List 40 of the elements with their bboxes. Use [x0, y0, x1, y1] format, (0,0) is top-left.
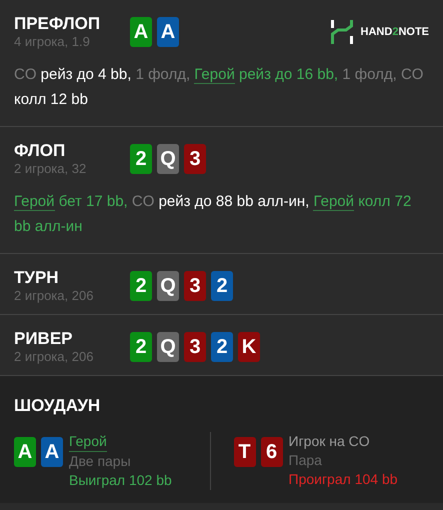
street-info: 2 игрока, 206 — [14, 288, 94, 304]
playing-card: 3 — [184, 332, 206, 362]
playing-card: Q — [157, 271, 179, 301]
playing-card: 3 — [184, 144, 206, 174]
playing-card: 2 — [211, 332, 233, 362]
playing-card: Q — [157, 144, 179, 174]
result-text: Проиграл 104 bb — [288, 470, 398, 489]
playing-card: T — [234, 437, 256, 467]
playing-card: A — [41, 437, 63, 467]
action-log: CO рейз до 4 bb, 1 фолд, Герой рейз до 16 bb, 1 фолд, CO колл 12 bb — [14, 65, 424, 110]
player-name: Игрок на CO — [288, 432, 370, 451]
hand-rank: Две пары — [69, 452, 131, 471]
playing-card: A — [130, 17, 152, 47]
logo-text: HAND2NOTE — [360, 24, 429, 40]
street-info: 2 игрока, 206 — [14, 349, 94, 365]
logo-icon — [330, 20, 353, 44]
street-title: ФЛОП — [14, 141, 66, 161]
hand-rank: Пара — [288, 451, 322, 470]
street-info: 4 игрока, 1.9 — [14, 34, 91, 50]
playing-card: 6 — [260, 437, 282, 467]
street-title: ПРЕФЛОП — [14, 14, 102, 34]
playing-card: Q — [157, 332, 179, 362]
action-log: Герой бет 17 bb, CO рейз до 88 bb алл-ин, Герой колл 72 bb алл-ин — [14, 192, 412, 237]
showdown-title: ШОУДАУН — [14, 396, 102, 416]
playing-card: 3 — [184, 271, 206, 301]
playing-card: 2 — [211, 271, 233, 301]
result-text: Выиграл 102 bb — [69, 471, 172, 490]
street-title: ТУРН — [14, 268, 60, 288]
hero-link[interactable]: Герой — [14, 193, 55, 211]
playing-card: A — [14, 437, 36, 467]
street-info: 2 игрока, 32 — [14, 161, 88, 177]
playing-card: 2 — [130, 144, 152, 174]
playing-card: 2 — [130, 271, 152, 301]
hero-link[interactable]: Герой — [194, 66, 235, 84]
hero-link[interactable]: Герой — [313, 193, 354, 211]
playing-card: 2 — [130, 332, 152, 362]
street-title: РИВЕР — [14, 329, 74, 349]
playing-card: K — [238, 332, 260, 362]
playing-card: A — [157, 17, 179, 47]
hero-link[interactable]: Герой — [69, 432, 107, 452]
